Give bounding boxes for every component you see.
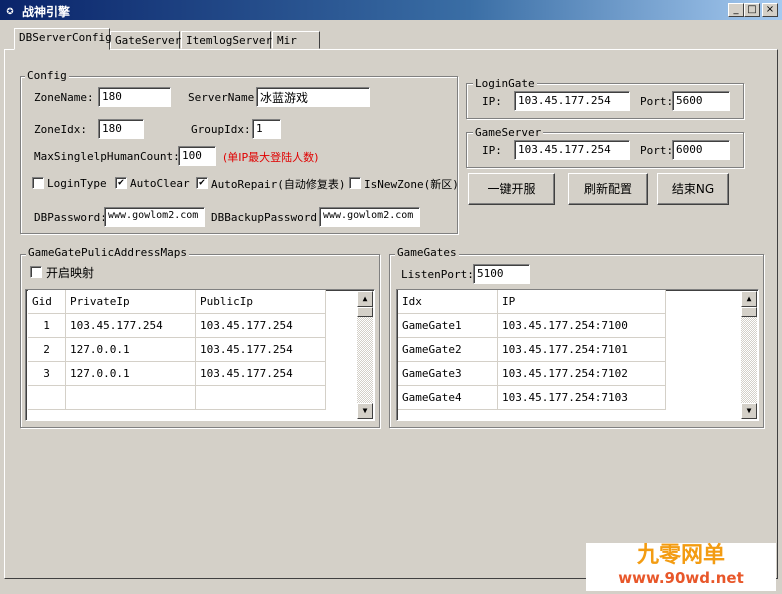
scroll-down-arrow-icon[interactable]: ▼	[741, 403, 757, 419]
table-cell-gid[interactable]: 2	[28, 338, 66, 362]
table-cell-ip[interactable]: 103.45.177.254:7102	[498, 362, 666, 386]
max-human-note: (单IP最大登陆人数)	[223, 151, 319, 164]
tab-itemlogserver[interactable]: ItemlogServer	[181, 31, 272, 49]
table-cell-empty[interactable]	[28, 386, 66, 410]
table-cell-ip[interactable]: 103.45.177.254:7103	[498, 386, 666, 410]
table-cell-gid[interactable]: 1	[28, 314, 66, 338]
close-button[interactable]: ×	[762, 3, 778, 17]
listen-port-label: ListenPort:	[401, 268, 474, 281]
scroll-up-arrow-icon[interactable]: ▲	[357, 291, 373, 307]
watermark-url: www.90wd.net	[618, 569, 744, 587]
game-server-port-label: Port:	[640, 144, 674, 157]
column-header-public-ip[interactable]: PublicIp	[196, 290, 326, 314]
table-cell-private-ip[interactable]: 103.45.177.254	[66, 314, 196, 338]
db-password-label: DBPassword:	[34, 211, 107, 224]
zone-name-label: ZoneName:	[34, 91, 94, 104]
db-backup-password-field[interactable]: www.gowlom2.com	[319, 207, 420, 227]
table-cell-public-ip[interactable]: 103.45.177.254	[196, 362, 326, 386]
login-gate-port-label: Port:	[640, 95, 674, 108]
server-name-field[interactable]: 冰蓝游戏	[256, 87, 370, 107]
zone-idx-field[interactable]: 180	[98, 119, 144, 139]
config-group-label: Config	[25, 69, 69, 82]
is-new-zone-label[interactable]: IsNewZone(新区)	[364, 176, 459, 192]
table-cell-idx[interactable]: GameGate2	[398, 338, 498, 362]
auto-clear-label[interactable]: AutoClear	[130, 177, 190, 190]
game-gates-scrollbar[interactable]: ▲ ▼	[741, 291, 757, 419]
tab-dbserverconfig[interactable]: DBServerConfig	[14, 28, 112, 50]
table-cell-empty[interactable]	[66, 386, 196, 410]
login-gate-port-field[interactable]: 5600	[672, 91, 730, 111]
enable-mapping-label[interactable]: 开启映射	[46, 264, 94, 281]
max-human-label: MaxSinglelpHumanCount:	[34, 150, 180, 163]
watermark-logo: 九零网单 www.90wd.net	[586, 543, 776, 591]
one-click-start-button[interactable]: 一键开服	[468, 173, 555, 205]
is-new-zone-checkbox[interactable]	[349, 177, 361, 189]
table-cell-empty[interactable]	[196, 386, 326, 410]
app-icon: ✪	[6, 3, 14, 17]
game-server-port-field[interactable]: 6000	[672, 140, 730, 160]
db-backup-password-label: DBBackupPassword:	[211, 211, 324, 224]
table-cell-private-ip[interactable]: 127.0.0.1	[66, 362, 196, 386]
auto-repair-checkbox[interactable]: ✔	[196, 177, 208, 189]
group-idx-label: GroupIdx:	[191, 123, 251, 136]
scroll-thumb[interactable]	[741, 307, 757, 317]
window-title: 战神引擎	[22, 5, 71, 19]
listen-port-field[interactable]: 5100	[473, 264, 530, 284]
maximize-button[interactable]: □	[744, 3, 760, 17]
game-gates-label: GameGates	[395, 246, 459, 259]
refresh-config-button[interactable]: 刷新配置	[568, 173, 648, 205]
watermark-brand: 九零网单	[636, 543, 725, 568]
stop-ng-button[interactable]: 结束NG	[657, 173, 729, 205]
game-server-ip-field[interactable]: 103.45.177.254	[514, 140, 630, 160]
title-bar[interactable]	[0, 0, 782, 20]
table-cell-idx[interactable]: GameGate4	[398, 386, 498, 410]
db-password-field[interactable]: www.gowlom2.com	[104, 207, 205, 227]
column-header-gid[interactable]: Gid	[28, 290, 66, 314]
table-cell-ip[interactable]: 103.45.177.254:7101	[498, 338, 666, 362]
column-header-idx[interactable]: Idx	[398, 290, 498, 314]
login-gate-ip-field[interactable]: 103.45.177.254	[514, 91, 630, 111]
scroll-up-arrow-icon[interactable]: ▲	[741, 291, 757, 307]
login-type-checkbox[interactable]	[32, 177, 44, 189]
enable-mapping-checkbox[interactable]	[30, 266, 42, 278]
auto-repair-label[interactable]: AutoRepair(自动修复表)	[211, 176, 345, 192]
auto-clear-checkbox[interactable]: ✔	[115, 177, 127, 189]
table-cell-idx[interactable]: GameGate1	[398, 314, 498, 338]
max-human-field[interactable]: 100	[178, 146, 216, 166]
game-server-ip-label: IP:	[482, 144, 502, 157]
zone-idx-label: ZoneIdx:	[34, 123, 87, 136]
login-gate-ip-label: IP:	[482, 95, 502, 108]
table-cell-public-ip[interactable]: 103.45.177.254	[196, 338, 326, 362]
game-server-label: GameServer	[473, 126, 544, 139]
scroll-thumb[interactable]	[357, 307, 373, 317]
column-header-private-ip[interactable]: PrivateIp	[66, 290, 196, 314]
table-cell-public-ip[interactable]: 103.45.177.254	[196, 314, 326, 338]
table-cell-private-ip[interactable]: 127.0.0.1	[66, 338, 196, 362]
column-header-ip[interactable]: IP	[498, 290, 666, 314]
table-cell-idx[interactable]: GameGate3	[398, 362, 498, 386]
table-cell-gid[interactable]: 3	[28, 362, 66, 386]
minimize-button[interactable]: _	[728, 3, 744, 17]
public-maps-scrollbar[interactable]: ▲ ▼	[357, 291, 373, 419]
tab-mir[interactable]: Mir	[272, 31, 320, 49]
game-gates-grid[interactable]: Idx IP GameGate1 103.45.177.254:7100 Gam…	[396, 289, 759, 421]
tab-gateserver[interactable]: GateServer	[110, 31, 181, 49]
public-maps-label: GameGatePulicAddressMaps	[26, 246, 189, 259]
table-cell-ip[interactable]: 103.45.177.254:7100	[498, 314, 666, 338]
group-idx-field[interactable]: 1	[252, 119, 281, 139]
zone-name-field[interactable]: 180	[98, 87, 171, 107]
server-name-label: ServerName:	[188, 91, 261, 104]
login-type-label[interactable]: LoginType	[47, 177, 107, 190]
login-gate-label: LoginGate	[473, 77, 537, 90]
public-maps-grid[interactable]: Gid PrivateIp PublicIp 1 103.45.177.254 …	[25, 289, 375, 421]
scroll-down-arrow-icon[interactable]: ▼	[357, 403, 373, 419]
